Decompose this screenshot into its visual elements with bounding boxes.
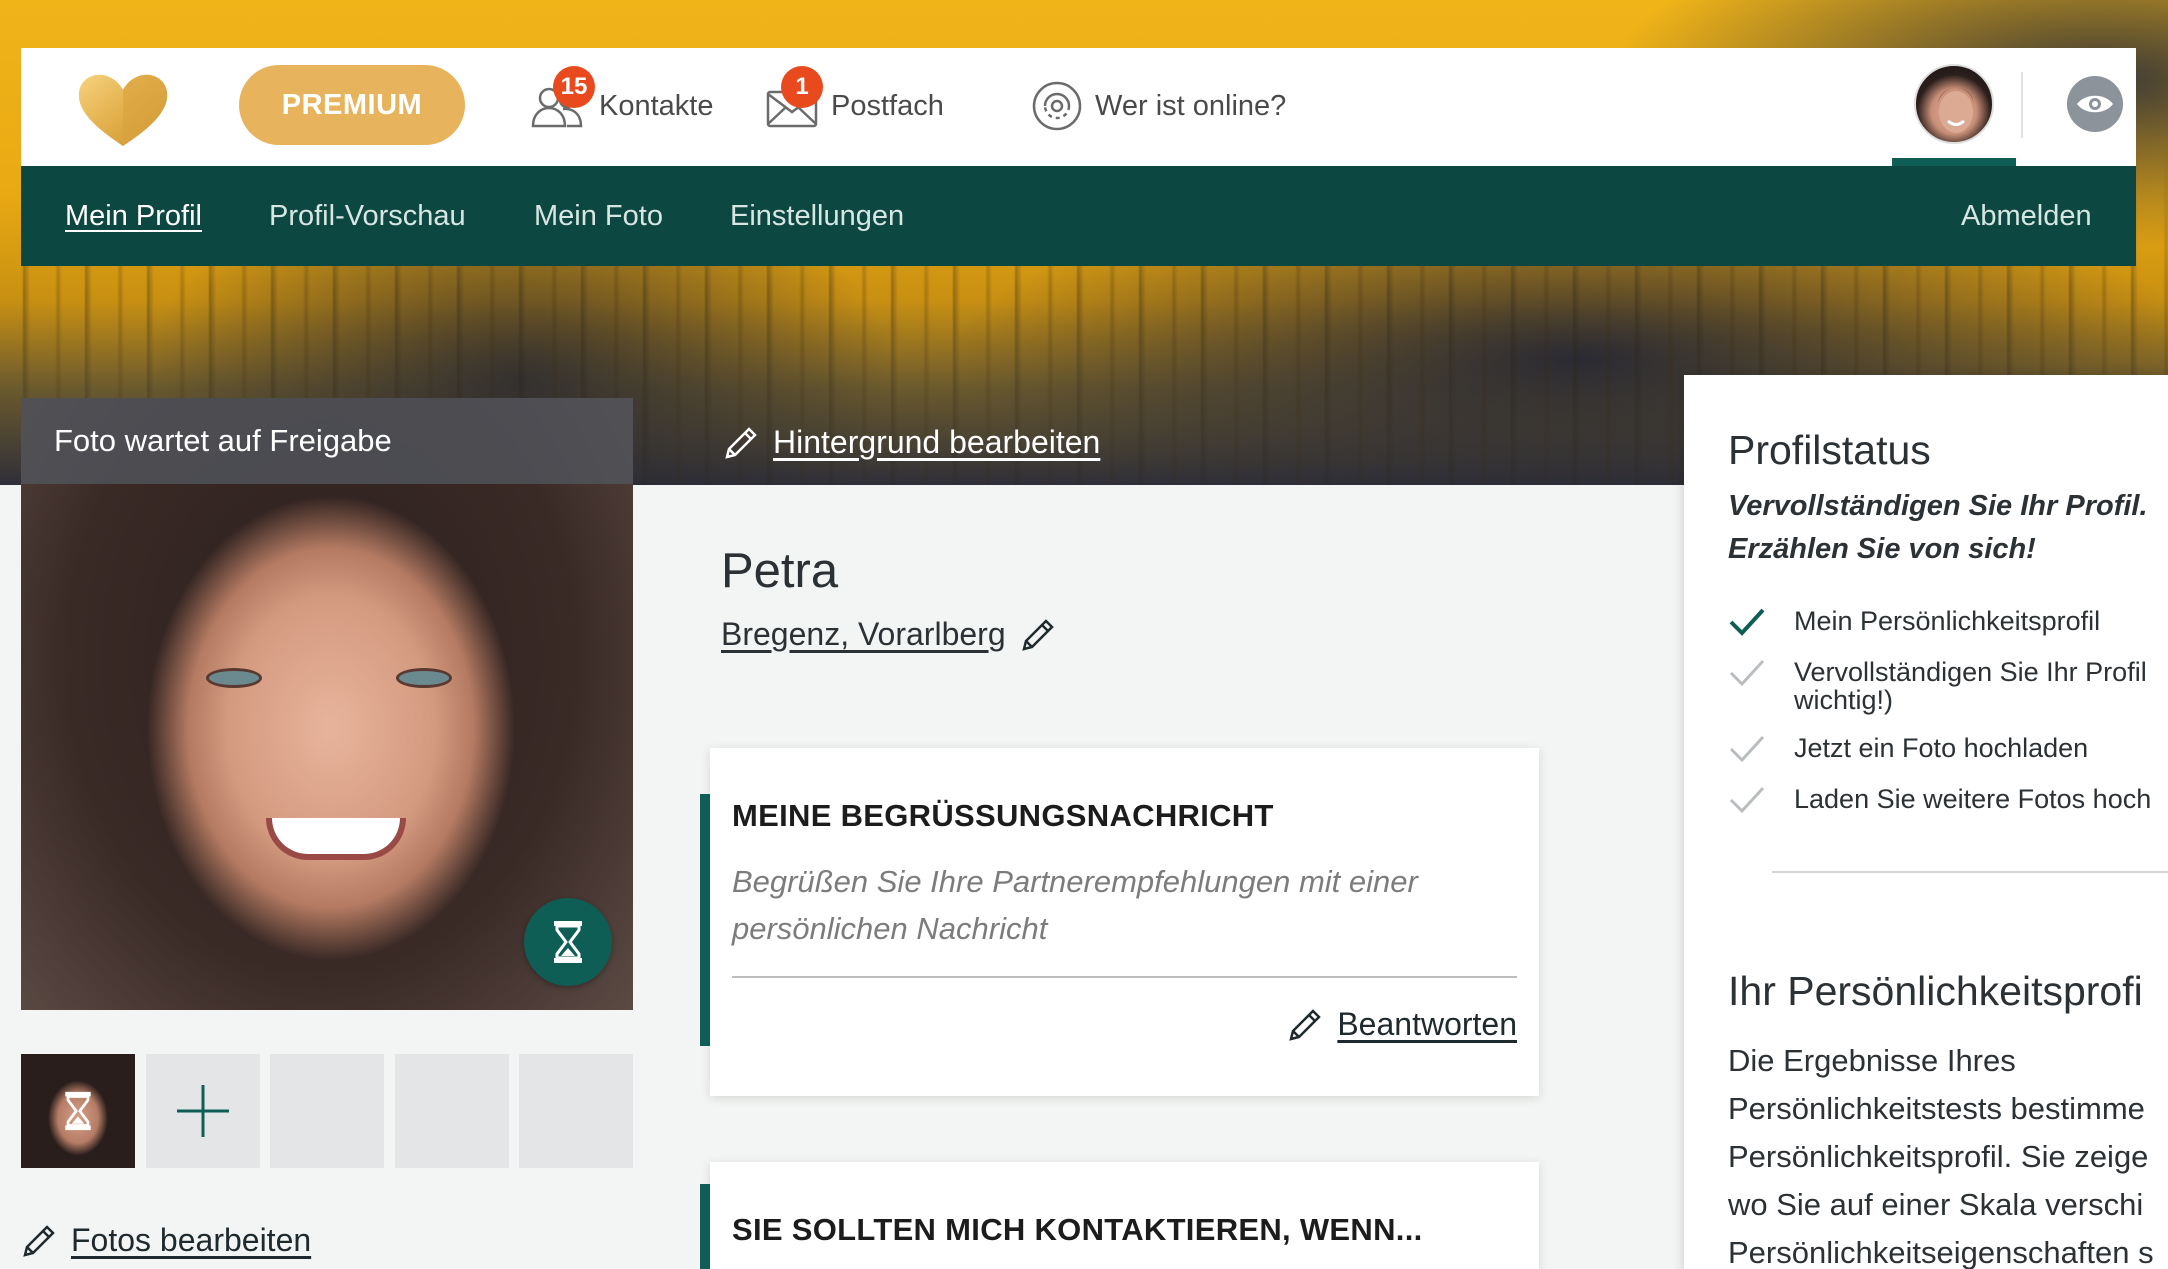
status-item-more-photos[interactable]: Laden Sie weitere Fotos hoch [1728,785,2151,815]
status-item-label-cont: wichtig!) [1794,685,1894,715]
photo-detail [396,668,452,688]
hourglass-icon [524,898,612,986]
avatar-active-indicator [1892,158,2016,166]
para-line: Die Ergebnisse Ihres [1728,1043,2016,1078]
status-item-label: Jetzt ein Foto hochladen [1794,733,2089,763]
contact-conditions-card: SIE SOLLTEN MICH KONTAKTIEREN, WENN... [700,1162,1539,1269]
user-avatar[interactable] [1914,64,1994,144]
card-accent [700,794,710,1046]
heart-logo-icon[interactable] [73,70,173,150]
premium-button[interactable]: PREMIUM [239,65,465,145]
empty-photo-slot[interactable] [519,1054,633,1168]
greeting-message-card: MEINE BEGRÜSSUNGSNACHRICHT Begrüßen Sie … [700,748,1539,1096]
personality-title: Ihr Persönlichkeitsprofi [1728,968,2143,1014]
personality-description: Die Ergebnisse Ihres Persönlichkeitstest… [1728,1037,2154,1269]
divider [732,976,1517,978]
para-line: Persönlichkeitstests bestimme [1728,1091,2145,1126]
greeting-card-title: MEINE BEGRÜSSUNGSNACHRICHT [732,798,1274,833]
add-photo-button[interactable] [146,1054,260,1168]
edit-background-label: Hintergrund bearbeiten [773,424,1101,460]
divider [1772,871,2168,873]
pencil-icon [1021,618,1054,651]
greeting-card-description: Begrüßen Sie Ihre Partnerempfehlungen mi… [732,864,1418,946]
mailbox-badge: 1 [781,66,823,108]
answer-label: Beantworten [1337,1006,1517,1042]
edit-location-link[interactable]: Bregenz, Vorarlberg [721,616,1056,653]
profile-status-title: Profilstatus [1728,427,1931,473]
status-item-label: Laden Sie weitere Fotos hoch [1794,784,2152,814]
profile-subnav: Mein Profil Profil-Vorschau Mein Foto Ei… [21,166,2136,266]
profile-photo[interactable]: Foto wartet auf Freigabe [21,398,633,1010]
top-navigation-bar: PREMIUM 15 Kontakte 1 Postfach Wer ist o… [21,48,2136,166]
online-radar-icon [1029,80,1085,132]
divider [2021,72,2023,138]
empty-photo-slot[interactable] [395,1054,509,1168]
visibility-eye-icon[interactable] [2067,76,2123,132]
para-line: Persönlichkeitsprofil. Sie zeige [1728,1139,2149,1174]
photo-detail [206,668,262,688]
check-icon [1729,659,1765,687]
tab-profil-vorschau[interactable]: Profil-Vorschau [269,200,466,233]
edit-background-link[interactable]: Hintergrund bearbeiten [723,424,1100,461]
para-line: Persönlichkeitseigenschaften s [1728,1235,2154,1269]
subtitle-line: Erzählen Sie von sich! [1728,533,2036,565]
contacts-badge: 15 [553,66,595,108]
profile-location: Bregenz, Vorarlberg [721,616,1006,652]
contact-card-title: SIE SOLLTEN MICH KONTAKTIEREN, WENN... [732,1212,1423,1247]
plus-icon [177,1085,229,1137]
photo-detail [266,818,406,860]
empty-photo-slot[interactable] [270,1054,384,1168]
check-icon [1729,786,1765,814]
tab-mein-profil[interactable]: Mein Profil [65,200,202,233]
mailbox-label: Postfach [831,89,944,122]
logout-link[interactable]: Abmelden [1961,200,2092,233]
photo-status-banner: Foto wartet auf Freigabe [21,398,633,484]
pencil-icon [1289,1008,1322,1041]
subtitle-line: Vervollständigen Sie Ihr Profil. [1728,490,2148,522]
who-is-online-nav[interactable]: Wer ist online? [1029,68,1286,144]
envelope-icon: 1 [765,66,823,132]
contacts-label: Kontakte [599,89,714,122]
contacts-icon: 15 [527,66,595,132]
pencil-icon [23,1224,55,1257]
card-accent [700,1184,710,1269]
who-is-online-label: Wer ist online? [1095,89,1287,122]
answer-link[interactable]: Beantworten [1287,1006,1517,1043]
status-item-upload-photo[interactable]: Jetzt ein Foto hochladen [1728,734,2088,764]
profile-status-panel: Profilstatus Vervollständigen Sie Ihr Pr… [1684,375,2168,1269]
check-icon [1729,608,1765,636]
contacts-nav[interactable]: 15 Kontakte [527,66,714,144]
para-line: wo Sie auf einer Skala verschi [1728,1187,2144,1222]
tab-mein-foto[interactable]: Mein Foto [534,200,663,233]
check-icon [1729,735,1765,763]
status-item-label: Vervollständigen Sie Ihr Profil [1794,657,2147,687]
status-item-personality[interactable]: Mein Persönlichkeitsprofil [1728,607,2100,637]
tab-einstellungen[interactable]: Einstellungen [730,200,904,233]
edit-photos-link[interactable]: Fotos bearbeiten [21,1222,311,1259]
mailbox-nav[interactable]: 1 Postfach [765,66,944,144]
thumbnail-pending[interactable] [21,1054,135,1168]
status-item-label: Mein Persönlichkeitsprofil [1794,606,2101,636]
profile-status-subtitle: Vervollständigen Sie Ihr Profil. Erzähle… [1728,485,2148,571]
profile-name: Petra [721,544,839,598]
pencil-icon [725,426,757,459]
status-item-complete-profile[interactable]: Vervollständigen Sie Ihr Profil wichtig!… [1728,658,2147,714]
edit-photos-label: Fotos bearbeiten [71,1222,312,1258]
